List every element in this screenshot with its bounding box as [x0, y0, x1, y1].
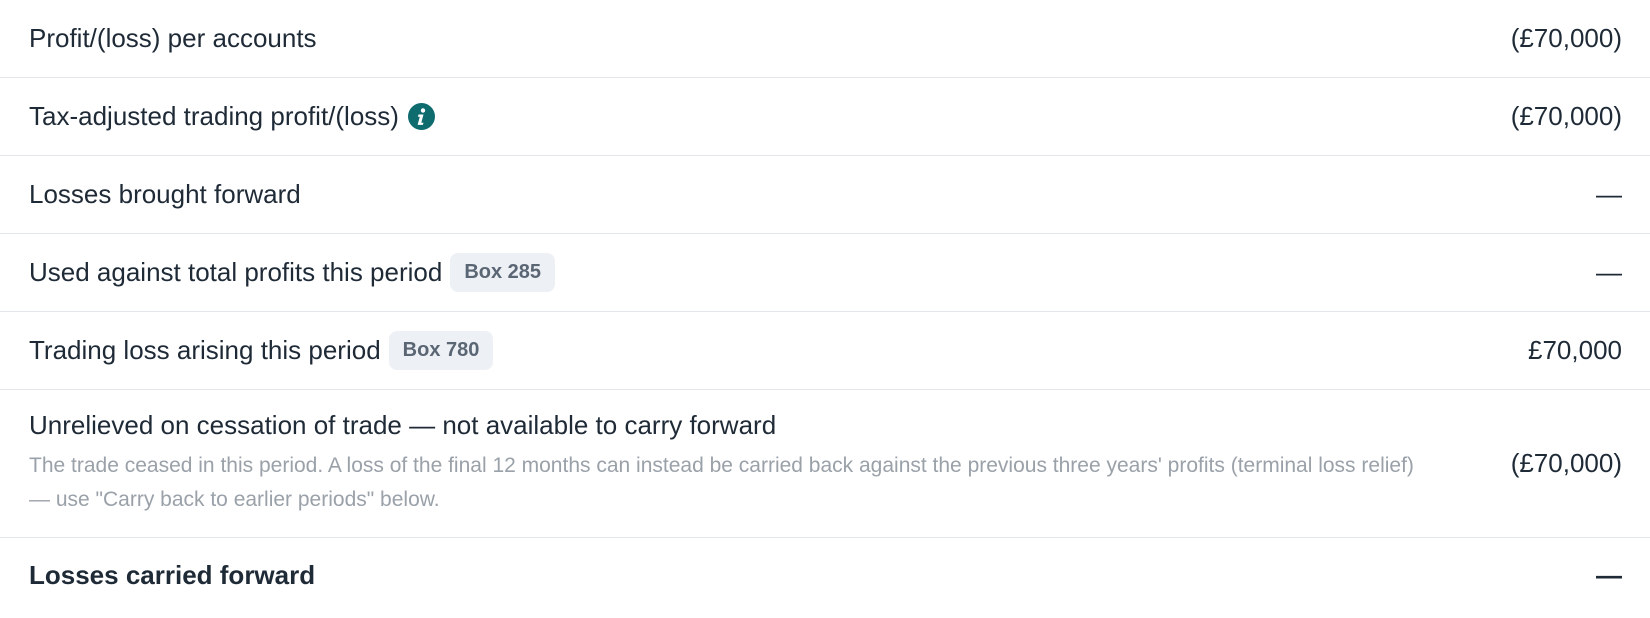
- row-value: —: [1596, 257, 1622, 287]
- row-label-wrap: Used against total profits this period B…: [29, 253, 556, 292]
- row-value: —: [1596, 179, 1622, 209]
- row-label-wrap: Losses carried forward: [29, 560, 315, 591]
- row-label: Unrelieved on cessation of trade — not a…: [29, 410, 777, 440]
- row-value: (£70,000): [1510, 101, 1622, 131]
- losses-table: Profit/(loss) per accounts (£70,000) Tax…: [0, 0, 1650, 612]
- row-label: Used against total profits this period: [29, 257, 443, 287]
- row-profit-loss-per-accounts: Profit/(loss) per accounts (£70,000): [0, 0, 1650, 78]
- row-trading-loss-arising: Trading loss arising this period Box 780…: [0, 312, 1650, 390]
- row-label: Profit/(loss) per accounts: [29, 23, 317, 53]
- row-label-wrap: Tax-adjusted trading profit/(loss): [29, 101, 435, 132]
- row-description: The trade ceased in this period. A loss …: [29, 454, 1414, 511]
- row-label-column: Unrelieved on cessation of trade — not a…: [29, 410, 1439, 517]
- row-losses-brought-forward: Losses brought forward —: [0, 156, 1650, 234]
- row-value: (£70,000): [1510, 448, 1622, 478]
- row-label-wrap: Trading loss arising this period Box 780: [29, 331, 494, 370]
- row-tax-adjusted-trading-profit: Tax-adjusted trading profit/(loss) (£70,…: [0, 78, 1650, 156]
- row-label-wrap: Profit/(loss) per accounts: [29, 23, 317, 54]
- row-losses-carried-forward: Losses carried forward —: [0, 538, 1650, 612]
- info-icon[interactable]: [407, 103, 435, 130]
- box-badge: Box 780: [388, 331, 494, 370]
- row-value: —: [1596, 559, 1622, 590]
- row-value: (£70,000): [1510, 23, 1622, 53]
- row-value: £70,000: [1528, 335, 1622, 365]
- row-unrelieved-on-cessation: Unrelieved on cessation of trade — not a…: [0, 390, 1650, 538]
- row-label: Losses brought forward: [29, 179, 301, 209]
- row-label: Trading loss arising this period: [29, 335, 381, 365]
- row-used-against-total-profits: Used against total profits this period B…: [0, 234, 1650, 312]
- row-label: Tax-adjusted trading profit/(loss): [29, 101, 399, 131]
- row-label: Losses carried forward: [29, 559, 316, 590]
- row-label-wrap: Losses brought forward: [29, 179, 301, 210]
- box-badge: Box 285: [450, 253, 556, 292]
